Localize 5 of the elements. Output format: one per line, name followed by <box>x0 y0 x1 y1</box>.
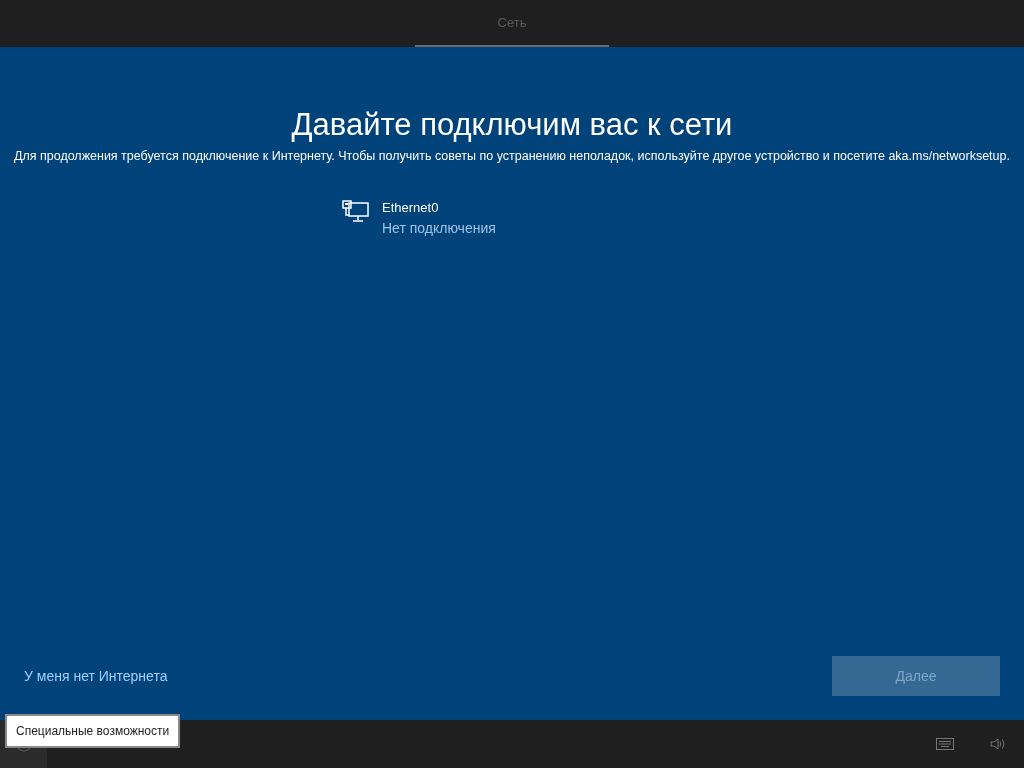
network-status: Нет подключения <box>382 219 496 238</box>
page-title: Давайте подключим вас к сети <box>290 106 734 144</box>
subtitle-text: Для продолжения требуется подключение к Интернету. Чтобы получить советы по устранению неполадок, используйте другое устройство и посетите aka.ms/networksetup. <box>13 148 1011 165</box>
network-name: Ethernet0 <box>382 199 440 217</box>
tooltip: Специальные возможности <box>5 714 181 748</box>
